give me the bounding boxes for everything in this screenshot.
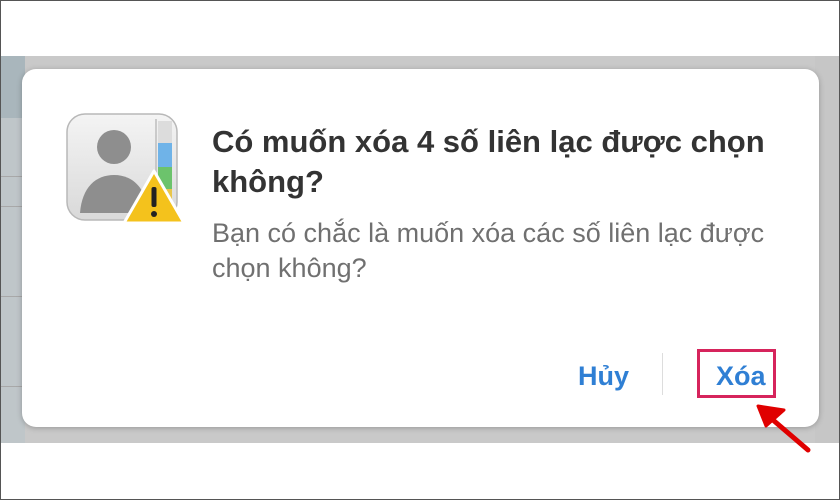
dialog-title: Có muốn xóa 4 số liên lạc được chọn khôn…	[212, 124, 765, 199]
button-divider	[662, 353, 663, 395]
pointer-arrow-icon	[752, 400, 816, 456]
delete-button-highlight	[697, 349, 776, 398]
cancel-button[interactable]: Hủy	[572, 357, 635, 395]
contacts-icon	[66, 113, 186, 225]
dialog-message: Bạn có chắc là muốn xóa các số liên lạc …	[212, 218, 765, 283]
